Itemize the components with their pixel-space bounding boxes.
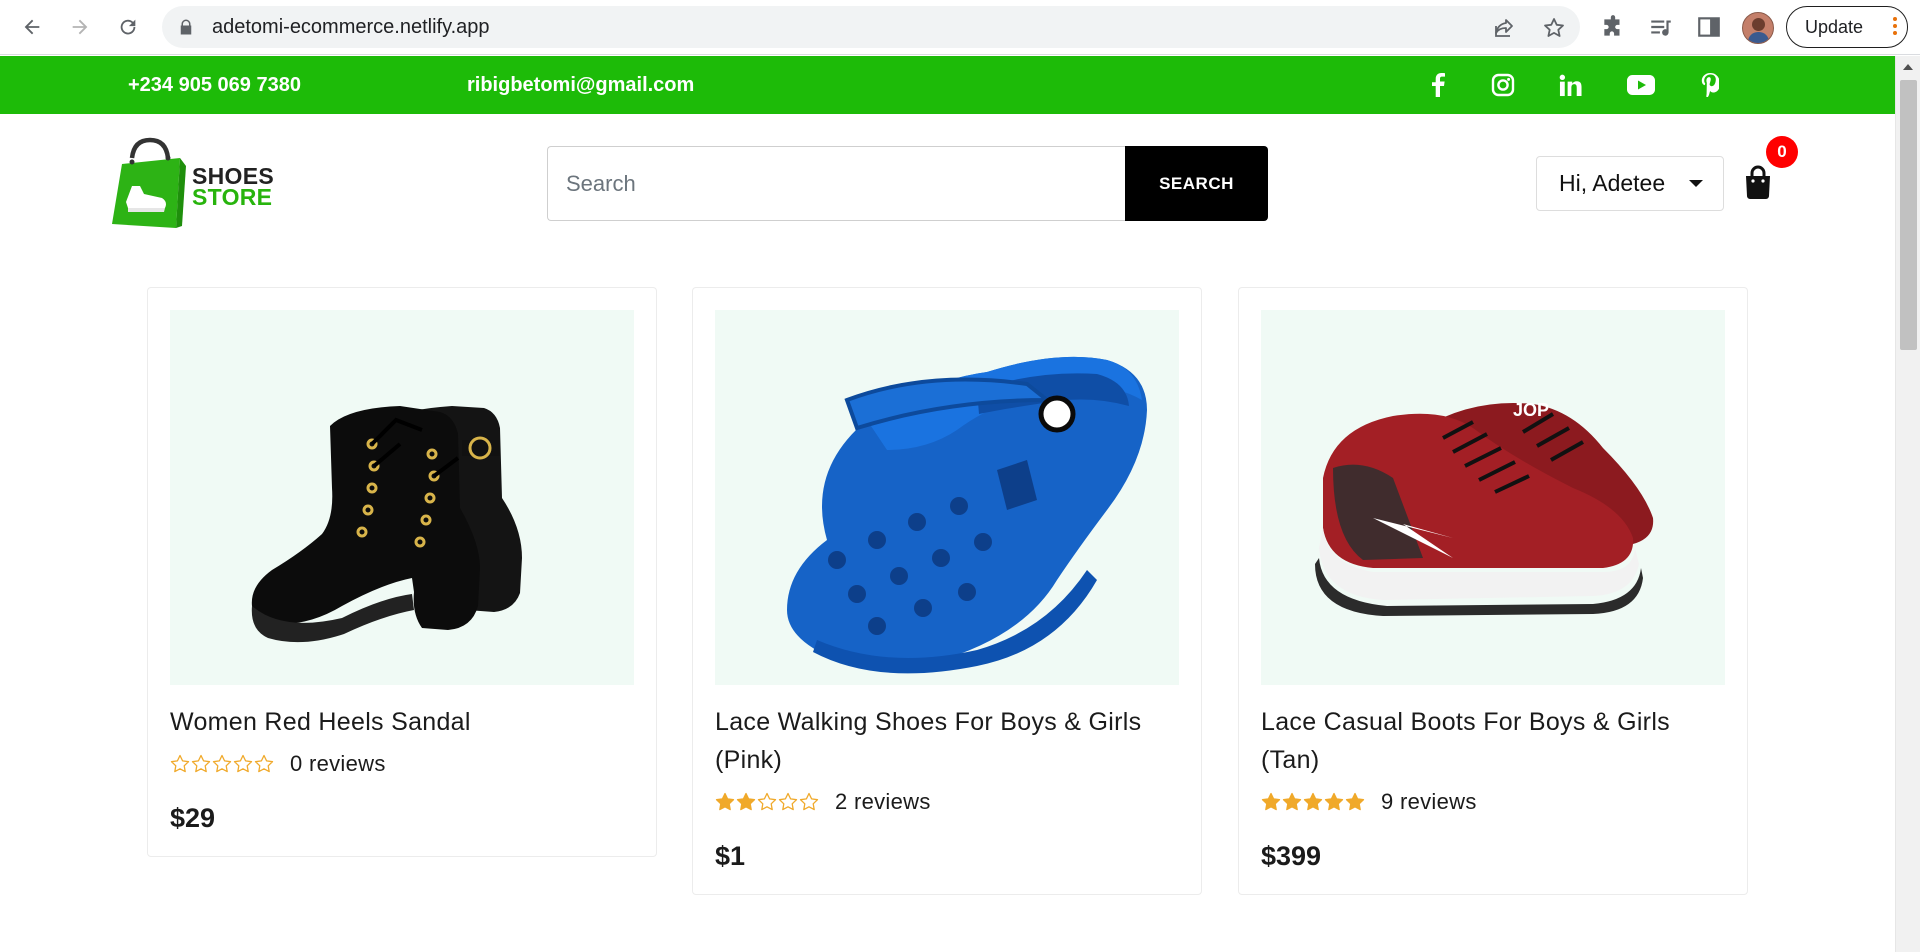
youtube-link[interactable] <box>1624 70 1658 100</box>
pinterest-link[interactable] <box>1695 70 1725 100</box>
back-button[interactable] <box>14 9 50 45</box>
instagram-link[interactable] <box>1488 70 1518 100</box>
product-rating: 2 reviews <box>715 787 1179 817</box>
logo-line2: STORE <box>192 184 273 210</box>
user-menu-dropdown[interactable]: Hi, Adetee <box>1536 156 1724 211</box>
more-menu-icon <box>1893 17 1897 37</box>
review-count: 2 reviews <box>835 789 931 814</box>
bookmark-star-icon[interactable] <box>1542 16 1566 40</box>
profile-avatar[interactable] <box>1742 12 1774 44</box>
star-filled-icon <box>1282 792 1302 811</box>
share-icon[interactable] <box>1492 16 1516 40</box>
page-viewport: +234 905 069 7380 ribigbetomi@gmail.com <box>0 56 1895 952</box>
media-playlist-icon[interactable] <box>1648 14 1674 40</box>
scrollbar-thumb[interactable] <box>1900 80 1917 350</box>
star-filled-icon <box>1261 792 1281 811</box>
star-filled-icon <box>715 792 735 811</box>
logo-wordmark: SHOES STORE <box>192 165 274 210</box>
star-filled-icon <box>1303 792 1323 811</box>
cart-bag-icon[interactable] <box>1743 164 1773 200</box>
star-empty-icon <box>254 754 274 773</box>
product-rating: 9 reviews <box>1261 787 1725 817</box>
extensions-icon[interactable] <box>1600 14 1626 40</box>
product-name[interactable]: Women Red Heels Sandal <box>170 703 634 741</box>
star-empty-icon <box>212 754 232 773</box>
product-rating: 0 reviews <box>170 749 634 779</box>
product-image[interactable] <box>715 310 1179 685</box>
svg-text:JOP: JOP <box>1513 400 1549 420</box>
url-text[interactable]: adetomi-ecommerce.netlify.app <box>212 6 490 48</box>
star-empty-icon <box>799 792 819 811</box>
shoes-store-logo[interactable]: SHOES STORE <box>110 136 275 231</box>
phone-number[interactable]: +234 905 069 7380 <box>128 56 301 114</box>
star-empty-icon <box>170 754 190 773</box>
product-price: $1 <box>715 841 746 871</box>
arrow-left-icon <box>24 19 40 35</box>
red-sneaker-image: JOP <box>1315 400 1654 616</box>
contact-bar: +234 905 069 7380 ribigbetomi@gmail.com <box>0 56 1895 114</box>
star-rating <box>1261 792 1365 812</box>
update-button[interactable]: Update <box>1786 6 1908 48</box>
product-name[interactable]: Lace Casual Boots For Boys & Girls (Tan) <box>1261 703 1725 779</box>
product-card[interactable]: Lace Walking Shoes For Boys & Girls (Pin… <box>692 287 1202 895</box>
user-greeting: Hi, Adetee <box>1559 170 1666 196</box>
search-button[interactable]: SEARCH <box>1125 146 1268 221</box>
side-panel-icon[interactable] <box>1696 14 1722 40</box>
browser-toolbar: adetomi-ecommerce.netlify.app Update <box>0 0 1920 55</box>
product-image[interactable] <box>170 310 634 685</box>
scroll-up-icon[interactable] <box>1903 64 1913 70</box>
arrow-right-icon <box>72 19 88 35</box>
review-count: 0 reviews <box>290 751 386 776</box>
star-empty-icon <box>191 754 211 773</box>
linkedin-icon <box>1559 74 1582 96</box>
star-filled-icon <box>736 792 756 811</box>
facebook-icon <box>1432 73 1445 97</box>
product-price: $29 <box>170 803 216 833</box>
star-filled-icon <box>1324 792 1344 811</box>
forward-button[interactable] <box>62 9 98 45</box>
youtube-icon <box>1627 75 1655 95</box>
star-rating <box>170 754 274 774</box>
product-card[interactable]: JOP Lace Casual Boots For Boys & Girls (… <box>1238 287 1748 895</box>
reload-icon <box>120 19 136 35</box>
product-price: $399 <box>1261 841 1322 871</box>
vertical-scrollbar[interactable] <box>1895 56 1920 952</box>
email-address[interactable]: ribigbetomi@gmail.com <box>467 56 694 114</box>
reload-button[interactable] <box>110 9 146 45</box>
lock-icon <box>180 19 192 35</box>
pinterest-icon <box>1701 73 1719 97</box>
instagram-icon <box>1491 73 1515 97</box>
shopping-bag-logo-icon <box>112 137 186 228</box>
cart-count-badge[interactable]: 0 <box>1766 136 1798 168</box>
review-count: 9 reviews <box>1381 789 1477 814</box>
star-empty-icon <box>233 754 253 773</box>
facebook-link[interactable] <box>1423 70 1453 100</box>
blue-clog-image <box>787 356 1147 674</box>
linkedin-link[interactable] <box>1555 70 1585 100</box>
update-label: Update <box>1805 17 1864 37</box>
address-bar[interactable]: adetomi-ecommerce.netlify.app <box>162 6 1580 48</box>
star-filled-icon <box>1345 792 1365 811</box>
product-image[interactable]: JOP <box>1261 310 1725 685</box>
star-empty-icon <box>757 792 777 811</box>
search-input[interactable] <box>547 146 1125 221</box>
star-empty-icon <box>778 792 798 811</box>
caret-down-icon <box>1689 180 1703 187</box>
product-name[interactable]: Lace Walking Shoes For Boys & Girls (Pin… <box>715 703 1179 779</box>
black-ankle-boot-image <box>251 405 522 642</box>
product-card[interactable]: Women Red Heels Sandal 0 reviews $29 <box>147 287 657 857</box>
star-rating <box>715 792 819 812</box>
